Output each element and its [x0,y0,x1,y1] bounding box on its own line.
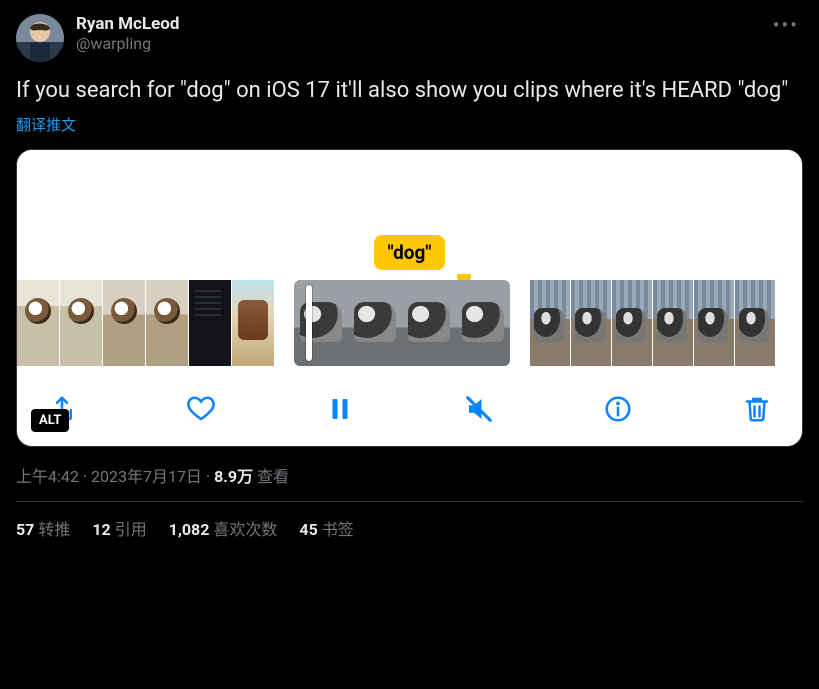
playhead[interactable] [306,285,312,361]
clip-frame [294,280,348,366]
handle: @warpling [76,34,769,54]
more-button[interactable]: ••• [769,14,803,36]
clip-frame [189,280,231,366]
stat-quotes[interactable]: 12引用 [92,516,146,540]
author-name-block[interactable]: Ryan McLeod @warpling [76,14,769,54]
clip-frame [146,280,188,366]
pause-icon[interactable] [325,394,355,424]
time[interactable]: 上午4:42 [16,467,79,486]
views-count: 8.9万 [214,467,253,486]
tweet-text: If you search for "dog" on iOS 17 it'll … [16,76,803,106]
stat-likes[interactable]: 1,082喜欢次数 [169,516,278,540]
views-label: 查看 [253,467,289,486]
clip-frame [530,280,570,366]
clip-frame [653,280,693,366]
clip-frame [103,280,145,366]
display-name: Ryan McLeod [76,14,769,34]
avatar[interactable] [16,14,64,62]
tweet-container: Ryan McLeod @warpling ••• If you search … [0,0,819,540]
alt-badge[interactable]: ALT [31,409,69,432]
clip-frame [612,280,652,366]
date[interactable]: 2023年7月17日 [91,467,202,486]
media-top-area: "dog" [17,150,802,280]
clip-frame [348,280,402,366]
clip-frame [571,280,611,366]
clip-3[interactable] [530,280,775,366]
stat-bookmarks[interactable]: 45书签 [299,516,353,540]
tweet-meta: 上午4:42 · 2023年7月17日 · 8.9万 查看 [16,463,803,487]
clip-frame [60,280,102,366]
translate-link[interactable]: 翻译推文 [16,114,803,135]
trash-icon[interactable] [742,394,772,424]
media-card[interactable]: "dog" [16,149,803,447]
clip-frame [694,280,734,366]
divider [16,501,803,502]
clip-frame [232,280,274,366]
clip-frame [402,280,456,366]
heart-icon[interactable] [186,394,216,424]
stats-row: 57转推 12引用 1,082喜欢次数 45书签 [16,516,803,540]
clip-frame [456,280,510,366]
tweet-header: Ryan McLeod @warpling ••• [16,14,803,62]
stat-retweets[interactable]: 57转推 [16,516,70,540]
clip-frame [17,280,59,366]
clip-1[interactable] [17,280,274,366]
info-icon[interactable] [603,394,633,424]
filmstrip[interactable] [17,280,802,372]
clip-2-active[interactable] [294,280,510,366]
clip-frame [735,280,775,366]
mute-icon[interactable] [464,394,494,424]
search-term-badge: "dog" [374,235,446,270]
avatar-image [16,14,64,62]
media-toolbar [17,372,802,446]
